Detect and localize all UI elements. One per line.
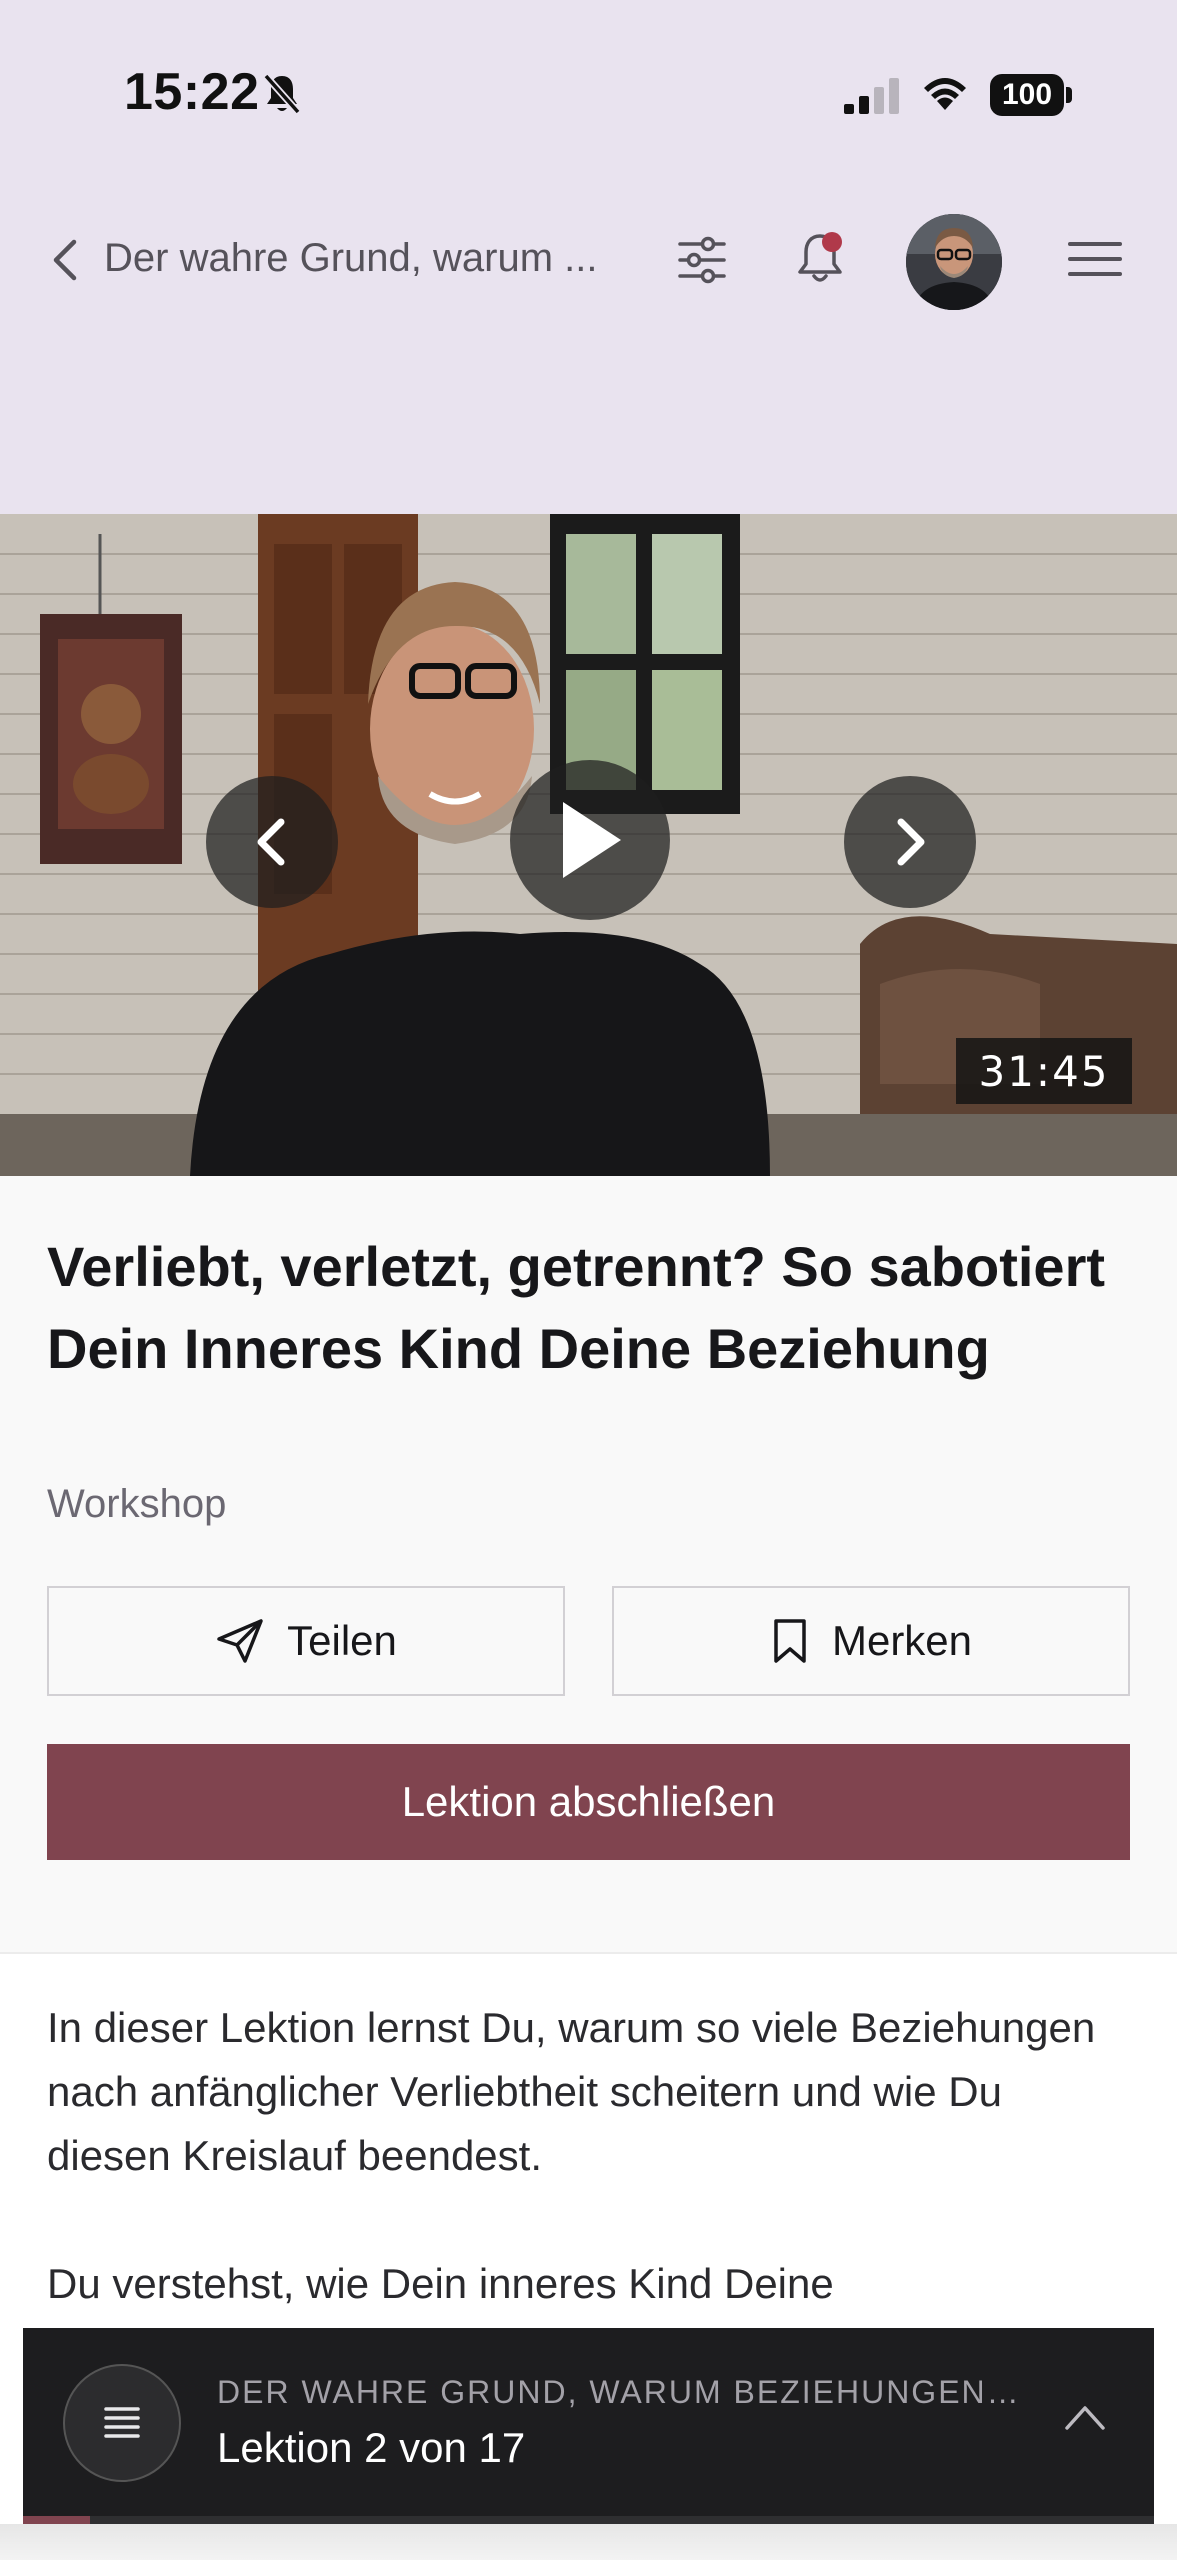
list-icon [104, 2407, 140, 2438]
mini-player-bar[interactable]: DER WAHRE GRUND, WARUM BEZIEHUNGEN… Lekt… [23, 2328, 1154, 2524]
battery-icon: 100 [990, 74, 1072, 116]
video-player[interactable]: 31:45 [0, 514, 1177, 1176]
share-label: Teilen [287, 1617, 397, 1664]
chevron-left-icon[interactable] [46, 232, 82, 288]
next-lesson-button[interactable] [844, 776, 976, 908]
hamburger-menu-icon[interactable] [1066, 238, 1124, 280]
battery-level: 100 [990, 74, 1064, 116]
bookmark-icon [774, 1619, 806, 1663]
chevron-left-icon [257, 818, 285, 866]
bookmark-label: Merken [831, 1617, 973, 1664]
lesson-description: In dieser Lektion lernst Du, warum so vi… [47, 1996, 1137, 2380]
mini-player-course: DER WAHRE GRUND, WARUM BEZIEHUNGEN… [217, 2374, 1021, 2410]
filter-sliders-icon[interactable] [676, 236, 728, 284]
course-progress-track [23, 2516, 1154, 2524]
status-time: 15:22 [124, 63, 260, 121]
nav-bar: Der wahre Grund, warum ... [0, 190, 1177, 330]
play-icon [563, 802, 621, 878]
home-indicator-area [0, 2524, 1177, 2560]
description-paragraph-2: Du verstehst, wie Dein inneres Kind Dein… [47, 2260, 834, 2307]
status-bar: 15:22 100 [0, 0, 1177, 190]
previous-lesson-button[interactable] [206, 776, 338, 908]
nav-title[interactable]: Der wahre Grund, warum ... [104, 236, 638, 281]
lesson-type: Workshop [47, 1482, 227, 1526]
notification-dot [822, 232, 842, 252]
mini-player-lesson: Lektion 2 von 17 [217, 2424, 526, 2471]
send-icon [217, 1619, 263, 1663]
chevron-up-icon[interactable] [1063, 2402, 1107, 2432]
video-duration: 31:45 [956, 1038, 1132, 1104]
lesson-card: Verliebt, verletzt, getrennt? So sabotie… [0, 1176, 1177, 1954]
description-paragraph-1: In dieser Lektion lernst Du, warum so vi… [47, 2004, 1096, 2179]
cellular-signal-icon [844, 78, 899, 114]
bell-slash-icon [263, 73, 301, 115]
lesson-title: Verliebt, verletzt, getrennt? So sabotie… [47, 1235, 1106, 1380]
battery-tip [1066, 87, 1072, 103]
wifi-icon [924, 78, 966, 110]
chevron-right-icon [897, 818, 925, 866]
complete-lesson-button[interactable]: Lektion abschließen [47, 1744, 1130, 1860]
top-area: 15:22 100 Der wahre Grund, warum ... [0, 0, 1177, 514]
lesson-list-button[interactable] [63, 2364, 181, 2482]
avatar[interactable] [906, 214, 1002, 310]
play-button[interactable] [510, 760, 670, 920]
bookmark-button[interactable]: Merken [612, 1586, 1130, 1696]
complete-lesson-label: Lektion abschließen [401, 1778, 776, 1825]
course-progress-fill [23, 2516, 90, 2524]
avatar-image [906, 214, 1002, 310]
share-button[interactable]: Teilen [47, 1586, 565, 1696]
